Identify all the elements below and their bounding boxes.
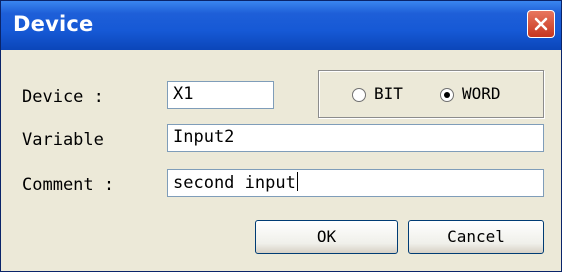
device-dialog: Device Device : X1 BIT WORD Variable Inp… xyxy=(0,0,562,272)
word-radio-label[interactable]: WORD xyxy=(462,84,501,103)
bit-radio[interactable] xyxy=(352,88,366,102)
close-button[interactable] xyxy=(527,10,555,38)
comment-label: Comment : xyxy=(22,175,115,195)
variable-label: Variable xyxy=(22,130,104,150)
comment-input[interactable]: second input xyxy=(167,169,544,197)
close-icon xyxy=(534,17,548,31)
title-bar[interactable]: Device xyxy=(1,1,561,50)
device-input[interactable]: X1 xyxy=(167,81,274,109)
data-type-group: BIT WORD xyxy=(318,70,544,118)
word-radio[interactable] xyxy=(440,88,454,102)
bit-radio-label[interactable]: BIT xyxy=(374,84,403,103)
comment-input-text: second input xyxy=(173,173,296,193)
text-cursor xyxy=(296,172,298,191)
cancel-button[interactable]: Cancel xyxy=(408,220,544,254)
ok-button[interactable]: OK xyxy=(255,220,398,254)
dialog-title: Device xyxy=(13,12,94,36)
variable-input[interactable]: Input2 xyxy=(167,124,544,152)
device-label: Device : xyxy=(22,87,104,107)
